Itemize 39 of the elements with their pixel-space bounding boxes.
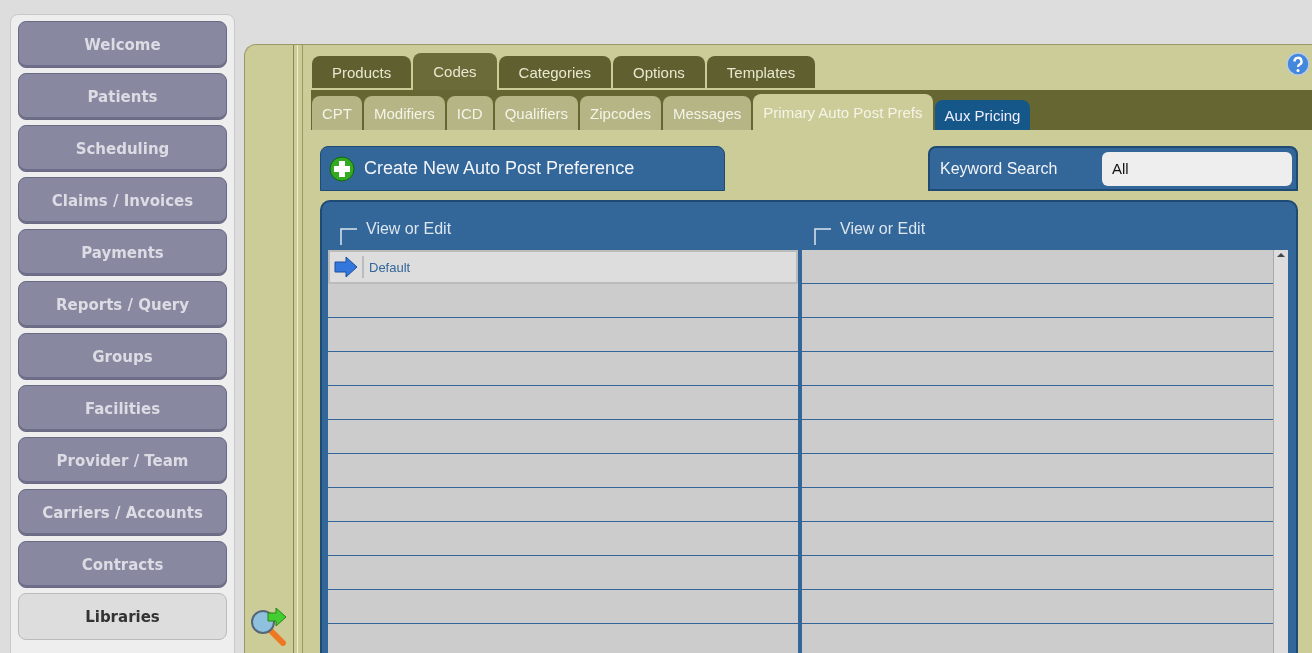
magnifier-pencil-icon[interactable]	[250, 606, 288, 646]
subtab[interactable]: ICD	[446, 96, 493, 130]
subtab[interactable]: Messages	[662, 96, 752, 130]
nav-button[interactable]: Welcome	[18, 21, 227, 68]
nav-button[interactable]: Contracts	[18, 541, 227, 588]
subtab[interactable]: Aux Pricing	[934, 100, 1031, 130]
create-button[interactable]: Create New Auto Post Preference	[320, 146, 725, 191]
nav-button[interactable]: Carriers / Accounts	[18, 489, 227, 536]
subtab[interactable]: Zipcodes	[580, 96, 661, 130]
nav-button[interactable]: Patients	[18, 73, 227, 120]
subtab[interactable]: CPT	[312, 96, 362, 130]
nav-button[interactable]: Payments	[18, 229, 227, 276]
help-icon[interactable]	[1286, 52, 1310, 76]
subtab[interactable]: Modifiers	[364, 96, 445, 130]
subtab[interactable]: Primary Auto Post Prefs	[753, 94, 933, 130]
tab[interactable]: Codes	[413, 53, 497, 90]
keyword-search-field[interactable]: All	[1102, 151, 1292, 186]
column-header: View or Edit	[840, 220, 926, 238]
nav-button[interactable]: Libraries	[18, 593, 227, 640]
tab[interactable]: Products	[312, 56, 412, 90]
table-cell-text: Default	[368, 259, 411, 275]
nav-button[interactable]: Claims / Invoices	[18, 177, 227, 224]
nav-button[interactable]: Groups	[18, 333, 227, 380]
table-row[interactable]: Default	[328, 250, 798, 284]
scrollbar[interactable]	[1273, 250, 1288, 653]
search-label: Keyword Search	[940, 159, 1059, 178]
scroll-up-icon[interactable]	[1275, 250, 1287, 260]
tab[interactable]: Categories	[498, 56, 612, 90]
nav-button[interactable]: Facilities	[18, 385, 227, 432]
tab[interactable]: Templates	[706, 56, 816, 90]
subtab[interactable]: Qualifiers	[494, 96, 579, 130]
column-bracket-icon	[340, 227, 358, 245]
nav-button[interactable]: Reports / Query	[18, 281, 227, 328]
nav-button[interactable]: Scheduling	[18, 125, 227, 172]
nav-button[interactable]: Provider / Team	[18, 437, 227, 484]
tab[interactable]: Options	[613, 56, 705, 90]
add-icon	[329, 155, 355, 182]
column-header: View or Edit	[366, 220, 452, 238]
column-bracket-icon	[814, 227, 832, 245]
